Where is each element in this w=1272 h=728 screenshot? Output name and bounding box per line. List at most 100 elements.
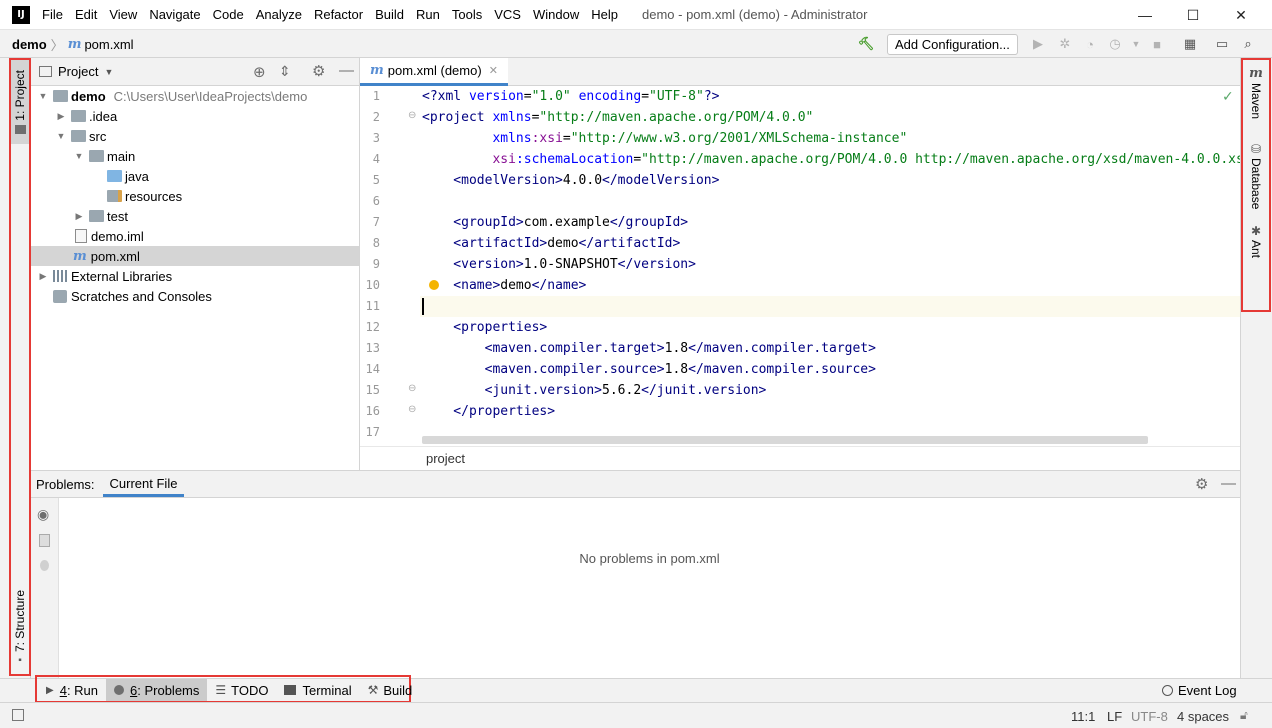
tree-item-resources[interactable]: resources [31, 186, 359, 206]
folder-icon [71, 130, 86, 142]
presentation-icon[interactable]: ▭ [1212, 34, 1232, 54]
tree-item-demo-iml[interactable]: demo.iml [31, 226, 359, 246]
tree-item-idea[interactable]: ▶ .idea [31, 106, 359, 126]
tree-item-scratches[interactable]: Scratches and Consoles [31, 286, 359, 306]
fold-marker-icon[interactable]: ⊖ [408, 110, 416, 121]
editor-breadcrumb-item[interactable]: project [426, 451, 465, 466]
menu-refactor[interactable]: Refactor [308, 0, 369, 30]
folder-icon [89, 150, 104, 162]
tree-item-demo[interactable]: ▼ demo C:\Users\User\IdeaProjects\demo [31, 86, 359, 106]
toggle-tool-windows-icon[interactable] [12, 709, 24, 721]
attr-value: "http://maven.apache.org/POM/4.0.0" [539, 110, 814, 125]
indent-setting[interactable]: 4 spaces [1177, 709, 1229, 724]
maven-icon: m [1249, 66, 1263, 81]
locate-target-icon[interactable]: ⊕ [253, 63, 266, 81]
collapsed-arrow-icon[interactable]: ▶ [73, 211, 85, 222]
preview-icon[interactable] [39, 534, 50, 547]
tree-item-src[interactable]: ▼ src [31, 126, 359, 146]
stop-icon[interactable]: ■ [1147, 34, 1167, 54]
fold-marker-icon[interactable]: ⊖ [408, 404, 416, 415]
tool-tab-problems[interactable]: 6: Problems [106, 679, 208, 701]
expanded-arrow-icon[interactable]: ▼ [73, 151, 85, 161]
collapse-all-icon[interactable]: ⇕ [279, 63, 291, 80]
tree-item-java[interactable]: java [31, 166, 359, 186]
close-button[interactable]: ✕ [1218, 0, 1264, 30]
attr-name: version [468, 89, 524, 104]
tag: </junit.version> [641, 383, 767, 398]
tool-tab-todo[interactable]: ☰ TODO [207, 679, 276, 701]
tag: <properties> [422, 320, 548, 335]
chevron-down-icon[interactable]: ▼ [104, 67, 113, 77]
search-icon[interactable]: ⌕ [1238, 34, 1258, 54]
tool-tab-terminal[interactable]: Terminal [276, 679, 359, 701]
menu-edit[interactable]: Edit [69, 0, 103, 30]
tool-tab-maven[interactable]: m Maven [1246, 66, 1266, 132]
menu-code[interactable]: Code [207, 0, 250, 30]
menu-file[interactable]: File [36, 0, 69, 30]
tree-item-main[interactable]: ▼ main [31, 146, 359, 166]
tree-item-label: main [107, 148, 136, 164]
menu-vcs[interactable]: VCS [488, 0, 527, 30]
more-run-chevron-icon[interactable]: ▼ [1126, 34, 1146, 54]
project-structure-icon[interactable]: ▦ [1180, 34, 1200, 54]
caret-position[interactable]: 11:1 [1071, 709, 1095, 724]
expanded-arrow-icon[interactable]: ▼ [37, 91, 49, 101]
menu-view[interactable]: View [103, 0, 143, 30]
tool-tab-database[interactable]: ⛁ Database [1246, 142, 1266, 212]
breadcrumb-file[interactable]: pom.xml [84, 37, 133, 52]
coverage-icon[interactable]: ◔ [1080, 34, 1100, 54]
breadcrumb-project[interactable]: demo [12, 37, 47, 52]
tab-current-file[interactable]: Current File [102, 471, 185, 497]
collapsed-arrow-icon[interactable]: ▶ [37, 271, 49, 282]
tree-item-test[interactable]: ▶ test [31, 206, 359, 226]
tab-pom-xml[interactable]: m pom.xml (demo) ✕ [360, 58, 508, 86]
tree-item-label: demo.iml [91, 228, 144, 244]
fold-marker-icon[interactable]: ⊖ [408, 383, 416, 394]
add-configuration-button[interactable]: Add Configuration... [887, 34, 1018, 55]
tree-item-external-libraries[interactable]: ▶ External Libraries [31, 266, 359, 286]
tool-tab-project[interactable]: 1: Project [11, 60, 29, 144]
lock-icon[interactable]: 🔓︎ [1240, 708, 1248, 723]
menu-window[interactable]: Window [527, 0, 585, 30]
minimize-button[interactable]: — [1122, 0, 1168, 30]
code-editor[interactable]: <?xml version="1.0" encoding="UTF-8"?> <… [420, 86, 1240, 442]
expanded-arrow-icon[interactable]: ▼ [55, 131, 67, 141]
lightbulb-icon[interactable] [40, 560, 49, 571]
tool-tab-ant[interactable]: ✱ Ant [1246, 224, 1266, 264]
tool-tab-project-label: 1: Project [13, 70, 27, 121]
tool-tab-structure[interactable]: 7: Structure ▪ [11, 584, 29, 672]
collapsed-arrow-icon[interactable]: ▶ [55, 111, 67, 122]
file-encoding[interactable]: UTF-8 [1131, 709, 1168, 724]
hide-panel-icon[interactable]: — [1221, 475, 1236, 492]
tree-item-label: java [125, 168, 149, 184]
project-view-title[interactable]: Project [58, 64, 98, 79]
xml-decl-close: ?> [703, 89, 720, 104]
tree-item-pom-xml[interactable]: m pom.xml [31, 246, 359, 266]
menu-navigate[interactable]: Navigate [143, 0, 206, 30]
line-number: 16 [365, 404, 380, 418]
menu-build[interactable]: Build [369, 0, 410, 30]
menu-tools[interactable]: Tools [446, 0, 488, 30]
event-log-button[interactable]: Event Log [1162, 679, 1237, 701]
debug-icon[interactable]: ✲ [1055, 34, 1075, 54]
check-ok-icon[interactable]: ✓ [1222, 88, 1234, 105]
horizontal-scrollbar[interactable] [422, 436, 1148, 444]
line-separator[interactable]: LF [1107, 709, 1122, 724]
gear-icon[interactable]: ⚙ [312, 62, 325, 80]
maximize-button[interactable]: ☐ [1170, 0, 1216, 30]
build-hammer-icon[interactable]: 🔨︎ [856, 34, 876, 54]
gear-icon[interactable]: ⚙ [1195, 475, 1208, 493]
close-tab-icon[interactable]: ✕ [489, 64, 498, 77]
menu-run[interactable]: Run [410, 0, 446, 30]
menu-analyze[interactable]: Analyze [250, 0, 308, 30]
tool-tab-build[interactable]: ⚒ Build [360, 679, 421, 701]
menu-help[interactable]: Help [585, 0, 624, 30]
tree-item-label: .idea [89, 108, 118, 124]
eye-icon[interactable]: ◉ [37, 506, 49, 523]
hide-panel-icon[interactable]: — [339, 62, 354, 79]
attr-value: "1.0" [531, 89, 571, 104]
tool-tab-run[interactable]: ▶ 4: Run [38, 679, 106, 701]
profile-icon[interactable]: ◷ [1105, 34, 1125, 54]
run-icon[interactable]: ▶ [1028, 34, 1048, 54]
